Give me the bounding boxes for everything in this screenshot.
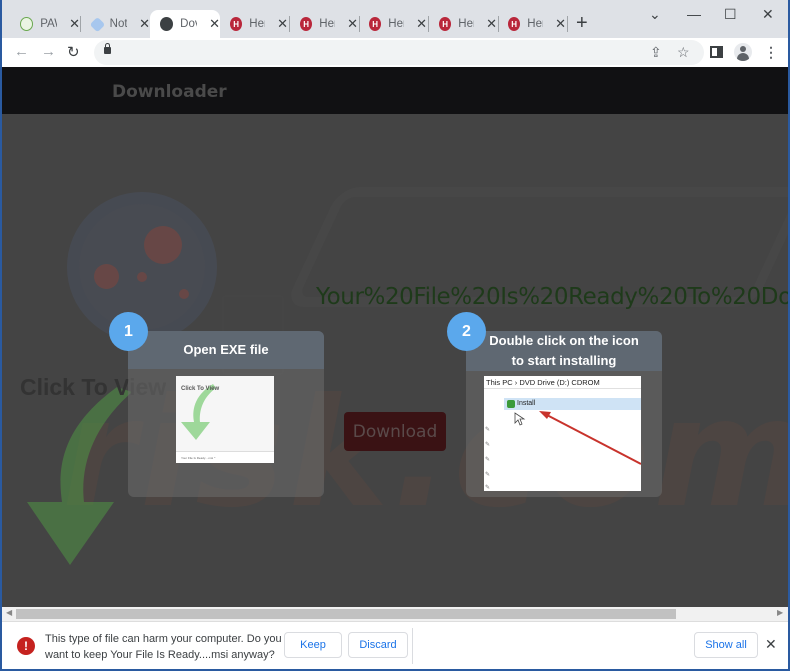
warning-icon: ! xyxy=(17,637,35,655)
tab-title: Hen xyxy=(319,18,335,30)
paw-icon xyxy=(20,17,34,31)
tab-hen-1[interactable]: H Hen ✕ xyxy=(220,10,288,38)
pin-icon: ✎ xyxy=(485,457,491,463)
site-header: Downloader xyxy=(2,67,788,114)
step-2-screenshot: This PC › DVD Drive (D:) CDROM Install ✎… xyxy=(484,376,641,491)
side-panel-icon[interactable] xyxy=(710,46,723,58)
download-button[interactable]: Download xyxy=(344,412,446,451)
address-bar[interactable] xyxy=(94,40,704,65)
close-window-button[interactable]: ✕ xyxy=(762,6,774,23)
thumbnail-click-to-view: Click To View xyxy=(181,386,220,392)
step-1-screenshot: Click To View Your File Is Ready....msi … xyxy=(176,376,274,463)
tab-title: Hen xyxy=(527,18,543,30)
tab-separator xyxy=(567,16,568,32)
hen-icon: H xyxy=(508,17,521,31)
site-logo[interactable]: Downloader xyxy=(112,82,227,102)
watermark-dot xyxy=(94,264,119,289)
pin-icon: ✎ xyxy=(485,442,491,448)
close-icon[interactable]: ✕ xyxy=(69,16,80,32)
close-icon[interactable]: ✕ xyxy=(486,16,497,32)
tab-hen-2[interactable]: H Hen ✕ xyxy=(290,10,358,38)
show-all-button[interactable]: Show all xyxy=(694,632,758,658)
tab-hen-3[interactable]: H Hen ✕ xyxy=(359,10,427,38)
tab-separator xyxy=(80,16,81,32)
share-icon[interactable]: ⇪ xyxy=(650,44,662,61)
keep-button[interactable]: Keep xyxy=(284,632,342,658)
scroll-left-arrow[interactable]: ◀ xyxy=(6,608,12,617)
back-button[interactable]: ← xyxy=(14,43,29,60)
reload-button[interactable]: ↻ xyxy=(67,43,80,61)
forward-button[interactable]: → xyxy=(41,43,56,60)
pin-icon: ✎ xyxy=(485,472,491,478)
notion-icon xyxy=(89,16,105,32)
close-icon[interactable]: ✕ xyxy=(209,16,220,32)
step-2-card: Double click on the icon to start instal… xyxy=(466,331,662,497)
hen-icon: H xyxy=(300,17,313,31)
scrollbar-thumb[interactable] xyxy=(16,609,676,619)
step-2-title-line2: to start installing xyxy=(511,353,617,368)
thumbnail-install-item: Install xyxy=(504,398,641,410)
tab-hen-4[interactable]: H Hen ✕ xyxy=(429,10,497,38)
close-icon[interactable]: ✕ xyxy=(416,16,427,32)
close-icon[interactable]: ✕ xyxy=(277,16,288,32)
file-ready-heading: Your%20File%20Is%20Ready%20To%20Download xyxy=(316,284,788,310)
installer-icon xyxy=(507,400,515,408)
pin-icon: ✎ xyxy=(485,485,491,491)
step-2-title-line1: Double click on the icon xyxy=(489,333,639,348)
step-2-badge: 2 xyxy=(447,312,486,351)
tab-paw[interactable]: PAW ✕ xyxy=(10,10,80,38)
hen-icon: H xyxy=(230,17,243,31)
download-shelf: ! This type of file can harm your comput… xyxy=(2,621,788,669)
tab-title: Hen xyxy=(388,18,404,30)
download-bar-divider xyxy=(412,628,413,664)
lock-icon[interactable] xyxy=(104,43,111,54)
red-pointer-arrow-icon xyxy=(539,411,641,465)
maximize-button[interactable]: ☐ xyxy=(724,6,737,23)
thumbnail-download-bar: Your File Is Ready....msi ^ xyxy=(176,451,274,463)
tab-title: Dov xyxy=(180,18,197,30)
install-label: Install xyxy=(517,400,536,407)
tab-search-icon[interactable]: ⌄ xyxy=(649,6,661,23)
profile-avatar[interactable] xyxy=(734,43,752,61)
tab-title: Hen xyxy=(249,18,265,30)
hen-icon: H xyxy=(369,17,382,31)
pin-icon: ✎ xyxy=(485,427,491,433)
thumbnail-breadcrumb: This PC › DVD Drive (D:) CDROM xyxy=(486,378,600,387)
tab-not[interactable]: Not ✕ xyxy=(82,10,150,38)
globe-icon xyxy=(160,17,174,31)
watermark-dot xyxy=(179,289,189,299)
scroll-right-arrow[interactable]: ▶ xyxy=(777,608,783,617)
discard-button[interactable]: Discard xyxy=(348,632,408,658)
step-1-card: Open EXE file Click To View Your File Is… xyxy=(128,331,324,497)
step-1-title: Open EXE file xyxy=(128,331,324,369)
step-1-badge: 1 xyxy=(109,312,148,351)
download-warning-message: This type of file can harm your computer… xyxy=(45,633,282,661)
horizontal-scrollbar[interactable]: ◀ ▶ xyxy=(2,607,788,621)
minimize-button[interactable]: — xyxy=(687,6,701,22)
close-icon[interactable]: ✕ xyxy=(139,16,150,32)
close-icon[interactable]: ✕ xyxy=(347,16,358,32)
hen-icon: H xyxy=(439,17,452,31)
green-arrow-icon xyxy=(181,384,216,440)
download-arrow-icon xyxy=(27,387,132,565)
browser-window: PAW ✕ Not ✕ Dov ✕ H Hen ✕ H Hen ✕ H Hen xyxy=(2,0,788,669)
close-download-bar-icon[interactable]: ✕ xyxy=(765,636,777,653)
watermark-dot xyxy=(144,226,182,264)
tab-hen-5[interactable]: H Hen ✕ xyxy=(498,10,566,38)
kebab-menu-icon[interactable]: ⋮ xyxy=(764,44,778,61)
tab-title: PAW xyxy=(40,18,57,30)
mouse-cursor-icon xyxy=(514,412,526,426)
tab-downloader[interactable]: Dov ✕ xyxy=(150,10,220,38)
watermark-dot xyxy=(137,272,147,282)
tab-strip: PAW ✕ Not ✕ Dov ✕ H Hen ✕ H Hen ✕ H Hen xyxy=(2,0,788,38)
bookmark-star-icon[interactable]: ☆ xyxy=(677,44,690,61)
tab-title: Hen xyxy=(458,18,474,30)
page-content: Downloader risk.com Click To View Your%2… xyxy=(2,67,788,607)
close-icon[interactable]: ✕ xyxy=(555,16,566,32)
thumbnail-divider xyxy=(484,388,641,389)
step-2-title: Double click on the icon to start instal… xyxy=(466,331,662,371)
new-tab-button[interactable]: + xyxy=(576,12,588,35)
tab-title: Not xyxy=(109,18,128,30)
browser-toolbar: ← → ↻ ⇪ ☆ ⋮ xyxy=(2,38,788,67)
